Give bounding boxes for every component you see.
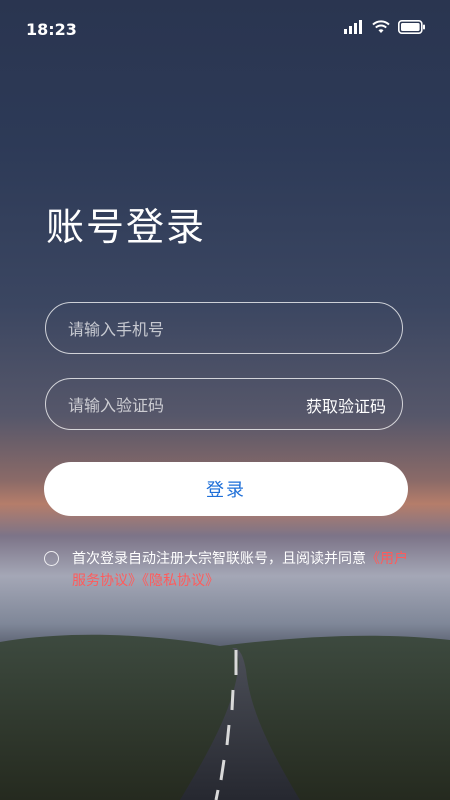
road-image	[0, 634, 450, 800]
agreement-text-block: 首次登录自动注册大宗智联账号，且阅读并同意《用户服务协议》《隐私协议》	[72, 548, 414, 592]
phone-field-container	[45, 302, 403, 355]
code-field-container: 获取验证码	[45, 378, 403, 431]
verification-code-input[interactable]	[66, 379, 290, 431]
phone-input[interactable]	[66, 303, 290, 355]
wifi-icon	[372, 19, 390, 38]
status-icons	[344, 19, 426, 38]
agreement-row: 首次登录自动注册大宗智联账号，且阅读并同意《用户服务协议》《隐私协议》	[44, 548, 414, 592]
agreement-radio[interactable]	[44, 551, 59, 566]
agreement-text: 首次登录自动注册大宗智联账号，且阅读并同意	[72, 551, 366, 567]
login-screen: 18:23 账号登录 请输入手机号 请输入验证码 获取验证码 登录 首次登录自动…	[0, 0, 450, 800]
page-title: 账号登录	[46, 205, 207, 249]
status-bar: 18:23	[0, 0, 450, 56]
battery-icon	[398, 19, 426, 38]
get-code-button[interactable]: 获取验证码	[306, 393, 386, 417]
landscape-background	[0, 630, 450, 800]
signal-icon	[344, 19, 364, 38]
login-button[interactable]: 登录	[44, 462, 408, 516]
privacy-policy-link[interactable]: 《隐私协议》	[142, 573, 219, 589]
status-time: 18:23	[26, 20, 77, 39]
